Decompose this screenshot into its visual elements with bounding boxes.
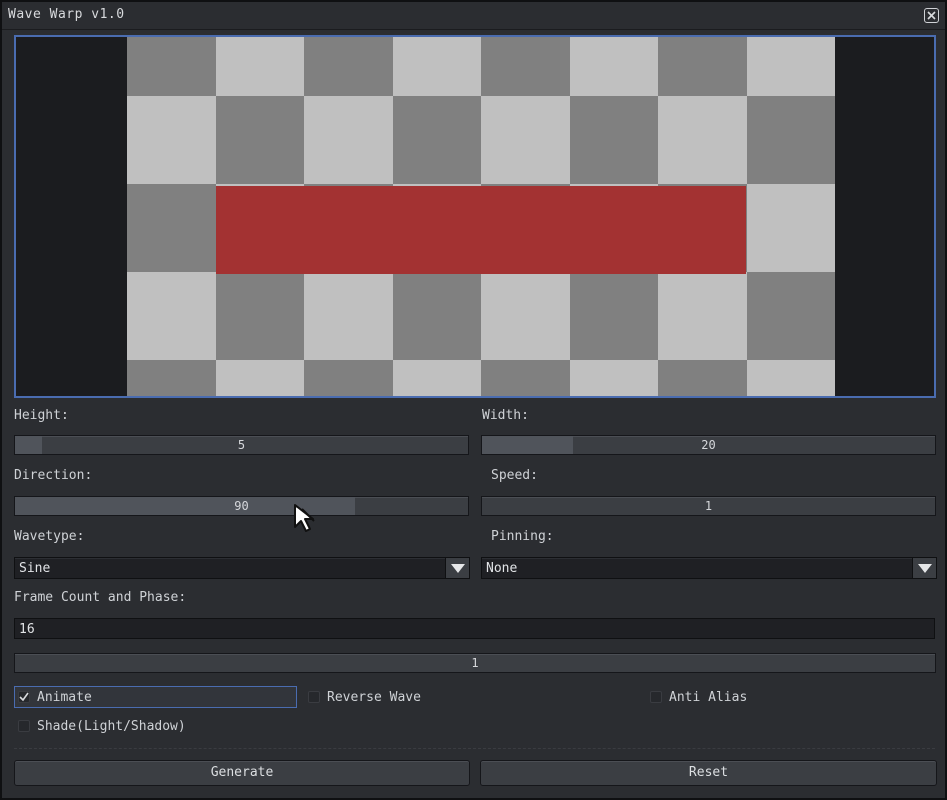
pinning-select[interactable]: None: [481, 557, 937, 579]
animate-checkbox-box[interactable]: [18, 691, 30, 703]
close-icon: [927, 11, 936, 20]
animate-label: Animate: [37, 689, 92, 705]
width-slider[interactable]: 20: [481, 435, 936, 455]
wavetype-label: Wavetype:: [14, 529, 85, 544]
direction-label: Direction:: [14, 468, 93, 483]
window-title: Wave Warp v1.0: [8, 7, 125, 22]
anti-alias-checkbox-box[interactable]: [650, 691, 662, 703]
height-slider-value: 5: [237, 438, 246, 452]
chevron-down-icon: [450, 563, 465, 573]
pinning-value: None: [486, 561, 518, 576]
width-label: Width:: [482, 408, 529, 423]
reverse-wave-label: Reverse Wave: [327, 689, 421, 705]
preview-canvas: [14, 35, 936, 398]
wavetype-select[interactable]: Sine: [14, 557, 470, 579]
direction-slider[interactable]: 90: [14, 496, 469, 516]
frame-count-value: 16: [19, 622, 35, 637]
width-slider-value: 20: [701, 438, 716, 452]
wave-warp-dialog: Wave Warp v1.0 Height: Width: 5 20 Direc…: [0, 0, 947, 800]
chevron-down-icon: [917, 563, 932, 573]
pinning-label: Pinning:: [491, 529, 554, 544]
red-band: [216, 186, 746, 274]
mouse-cursor-icon: [294, 504, 315, 532]
shade-label: Shade(Light/Shadow): [37, 718, 186, 734]
height-slider[interactable]: 5: [14, 435, 469, 455]
phase-slider[interactable]: 1: [14, 653, 936, 673]
reverse-wave-checkbox[interactable]: Reverse Wave: [308, 686, 421, 708]
height-label: Height:: [14, 408, 69, 423]
frame-count-input[interactable]: 16: [14, 618, 935, 639]
speed-slider[interactable]: 1: [481, 496, 936, 516]
title-bar[interactable]: Wave Warp v1.0: [2, 2, 945, 30]
phase-slider-value: 1: [471, 656, 479, 670]
wavetype-value: Sine: [19, 561, 51, 576]
generate-button[interactable]: Generate: [14, 760, 470, 786]
reverse-wave-checkbox-box[interactable]: [308, 691, 320, 703]
reset-button[interactable]: Reset: [480, 760, 937, 786]
wavetype-dropdown-button[interactable]: [445, 558, 469, 578]
shade-checkbox[interactable]: Shade(Light/Shadow): [18, 715, 186, 737]
animate-checkbox[interactable]: Animate: [14, 686, 297, 708]
shade-checkbox-box[interactable]: [18, 720, 30, 732]
anti-alias-label: Anti Alias: [669, 689, 748, 705]
close-button[interactable]: [924, 8, 939, 23]
frame-count-label: Frame Count and Phase:: [14, 590, 187, 605]
divider: [14, 748, 935, 749]
direction-slider-value: 90: [234, 499, 249, 513]
speed-slider-value: 1: [704, 499, 713, 513]
pinning-dropdown-button[interactable]: [912, 558, 936, 578]
checkmark-icon: [19, 692, 29, 702]
speed-label: Speed:: [491, 468, 538, 483]
anti-alias-checkbox[interactable]: Anti Alias: [650, 686, 747, 708]
